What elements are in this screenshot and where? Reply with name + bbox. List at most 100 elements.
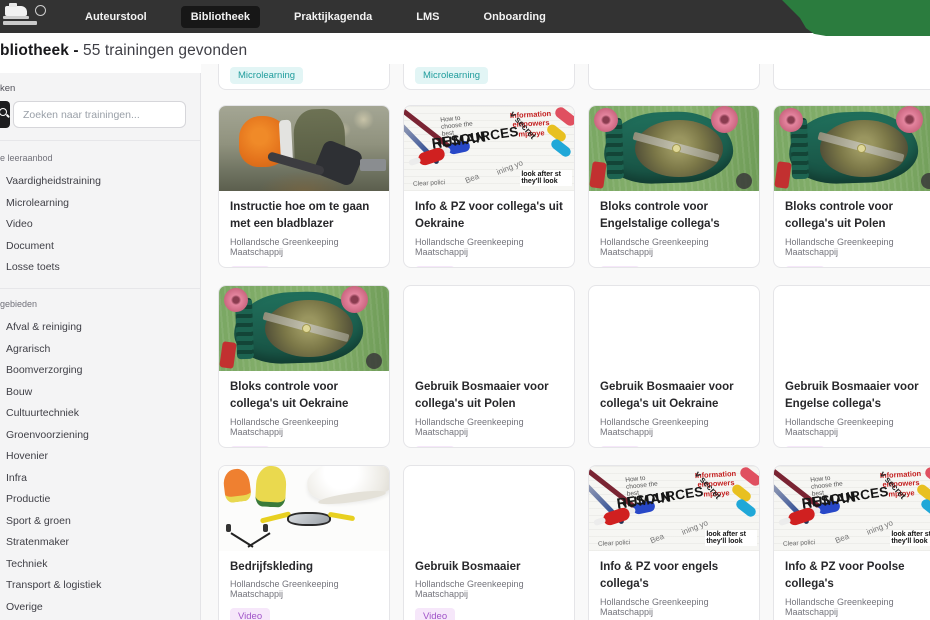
sidebar-item-cultuurtechniek[interactable]: Cultuurtechniek: [0, 403, 200, 425]
training-card[interactable]: HUMANRESOURCESInformation empowers mploy…: [773, 465, 930, 620]
training-card[interactable]: Bloks controle voor collega's uit Oekrai…: [218, 285, 390, 448]
hr-image-text: look after st they'll look: [520, 170, 572, 186]
human-resources-image: HUMANRESOURCESInformation empowers mploy…: [404, 106, 574, 191]
card-org: Hollandsche Greenkeeping Maatschappij: [415, 417, 563, 437]
sidebar-item-vaardigheidstraining[interactable]: Vaardigheidstraining: [0, 171, 200, 193]
card-title: Gebruik Bosmaaier voor Engelse collega's: [785, 379, 930, 414]
nav-item-lms[interactable]: LMS: [406, 6, 449, 28]
card-body: Info & PZ voor collega's uit OekraineHol…: [404, 191, 574, 268]
training-card[interactable]: HUMANRESOURCESInformation empowers mploy…: [588, 465, 760, 620]
training-card[interactable]: Bloks controle voor collega's uit Polen H…: [773, 105, 930, 268]
training-card[interactable]: Gebruik Bosmaaier voor collega's uit Oek…: [588, 285, 760, 448]
card-title: Bloks controle voor collega's uit Polen: [785, 199, 930, 234]
search-icon: [0, 108, 7, 116]
sidebar-item-techniek[interactable]: Techniek: [0, 554, 200, 576]
card-badge: Video: [415, 266, 455, 269]
training-card-partial[interactable]: Microlearning: [403, 64, 575, 90]
wheel-l-shape: [594, 108, 618, 132]
card-title: Gebruik Bosmaaier: [415, 559, 563, 576]
search-input[interactable]: [13, 101, 186, 128]
sidebar-item-overige[interactable]: Overige: [0, 597, 200, 619]
sidebar-item-hovenier[interactable]: Hovenier: [0, 446, 200, 468]
sidebar-item-bouw[interactable]: Bouw: [0, 382, 200, 404]
sidebar-item-agrarisch[interactable]: Agrarisch: [0, 339, 200, 361]
training-grid: Microlearning Microlearning Instructie hoe…: [201, 64, 930, 620]
training-card-partial[interactable]: [588, 64, 760, 90]
sidebar-item-groenvoorziening[interactable]: Groenvoorziening: [0, 425, 200, 447]
card-body: Gebruik Bosmaaier voor collega's uit Pol…: [404, 371, 574, 448]
lens-shape: [287, 512, 331, 526]
sidebar-item-video[interactable]: Video: [0, 214, 200, 236]
training-card[interactable]: HUMANRESOURCESInformation empowers mploy…: [403, 105, 575, 268]
training-card-partial[interactable]: Microlearning: [218, 64, 390, 90]
sidebar-item-afval-reiniging[interactable]: Afval & reiniging: [0, 317, 200, 339]
sidebar-divider: [0, 288, 200, 289]
sidebar-item-stratenmaker[interactable]: Stratenmaker: [0, 532, 200, 554]
card-org: Hollandsche Greenkeeping Maatschappij: [785, 237, 930, 257]
card-title: Bloks controle voor collega's uit Oekrai…: [230, 379, 378, 414]
sidebar-item-boomverzorging[interactable]: Boomverzorging: [0, 360, 200, 382]
training-card[interactable]: Gebruik Bosmaaier voor collega's uit Pol…: [403, 285, 575, 448]
search-label: ken: [0, 83, 15, 94]
card-org: Hollandsche Greenkeeping Maatschappij: [600, 417, 748, 437]
page-header: bliotheek - 55 trainingen gevonden: [0, 33, 930, 64]
nav-item-bibliotheek[interactable]: Bibliotheek: [181, 6, 260, 28]
truck-shape: [360, 159, 386, 171]
page-title: bliotheek - 55 trainingen gevonden: [0, 42, 247, 60]
page-title-bold: bliotheek -: [0, 42, 79, 59]
sidebar-item-microlearning[interactable]: Microlearning: [0, 193, 200, 215]
nav-item-praktijkagenda[interactable]: Praktijkagenda: [284, 6, 382, 28]
hr-image-text: How to choose the best: [625, 473, 663, 498]
wheel-r-shape: [896, 106, 923, 133]
ppe-image: [219, 466, 389, 551]
brushcutter-worker-image: [774, 286, 930, 371]
sidebar-item-sport-groen[interactable]: Sport & groen: [0, 511, 200, 533]
card-body: BedrijfskledingHollandsche Greenkeeping …: [219, 551, 389, 620]
training-card-partial[interactable]: [773, 64, 930, 90]
training-card[interactable]: BedrijfskledingHollandsche Greenkeeping …: [218, 465, 390, 620]
training-card[interactable]: Gebruik BosmaaierHollandsche Greenkeepin…: [403, 465, 575, 620]
search-button[interactable]: [0, 101, 10, 128]
plug-r-shape: [263, 524, 268, 532]
hr-image-text: look after st they'll look: [890, 530, 930, 546]
sidebar-divider: [0, 140, 200, 141]
hr-image-text: look after st they'll look: [705, 530, 757, 546]
card-badge: Video: [230, 608, 270, 620]
paper-clip-icon: [920, 498, 930, 519]
card-badge: Video: [785, 266, 825, 269]
card-badge: Microlearning: [230, 67, 303, 84]
cord-r-shape: [248, 532, 271, 547]
hr-image-text: Bea: [464, 171, 481, 185]
training-card[interactable]: Instructie hoe om te gaan met een bladbl…: [218, 105, 390, 268]
result-count: 55 trainingen gevonden: [79, 42, 248, 59]
card-body: Info & PZ voor Poolse collega'sHollandsc…: [774, 551, 930, 620]
temple-r-shape: [328, 511, 356, 521]
training-card[interactable]: Bloks controle voor Engelstalige collega…: [588, 105, 760, 268]
sidebar-item-productie[interactable]: Productie: [0, 489, 200, 511]
nav-item-onboarding[interactable]: Onboarding: [474, 6, 556, 28]
sidebar-item-document[interactable]: Document: [0, 236, 200, 258]
training-card[interactable]: Gebruik Bosmaaier voor Engelse collega's…: [773, 285, 930, 448]
human-resources-image: HUMANRESOURCESInformation empowers mploy…: [774, 466, 930, 551]
mower-image: [589, 106, 759, 191]
card-body: Bloks controle voor Engelstalige collega…: [589, 191, 759, 268]
glove-yellow-shape: [255, 466, 287, 508]
wheel-r-shape: [341, 286, 368, 313]
card-org: Hollandsche Greenkeeping Maatschappij: [230, 579, 378, 599]
sidebar-item-transport-logistiek[interactable]: Transport & logistiek: [0, 575, 200, 597]
nav-item-auteurstool[interactable]: Auteurstool: [75, 6, 157, 28]
company-logo: [3, 3, 65, 30]
hr-image-text: Clear polici: [412, 179, 444, 188]
wheel-dark-shape: [736, 173, 752, 189]
temple-l-shape: [260, 512, 291, 524]
hr-image-text: How to choose the best: [810, 473, 848, 498]
sidebar-item-losse-toets[interactable]: Losse toets: [0, 257, 200, 279]
redpart-shape: [774, 161, 791, 189]
redpart-shape: [589, 161, 606, 189]
card-title: Bloks controle voor Engelstalige collega…: [600, 199, 748, 234]
sidebar-item-infra[interactable]: Infra: [0, 468, 200, 490]
nav-menu: Auteurstool Bibliotheek Praktijkagenda LMS O…: [75, 0, 556, 33]
card-badge: Video: [785, 446, 825, 449]
card-title: Info & PZ voor engels collega's: [600, 559, 748, 594]
hr-image-text: Clear polici: [597, 539, 629, 548]
